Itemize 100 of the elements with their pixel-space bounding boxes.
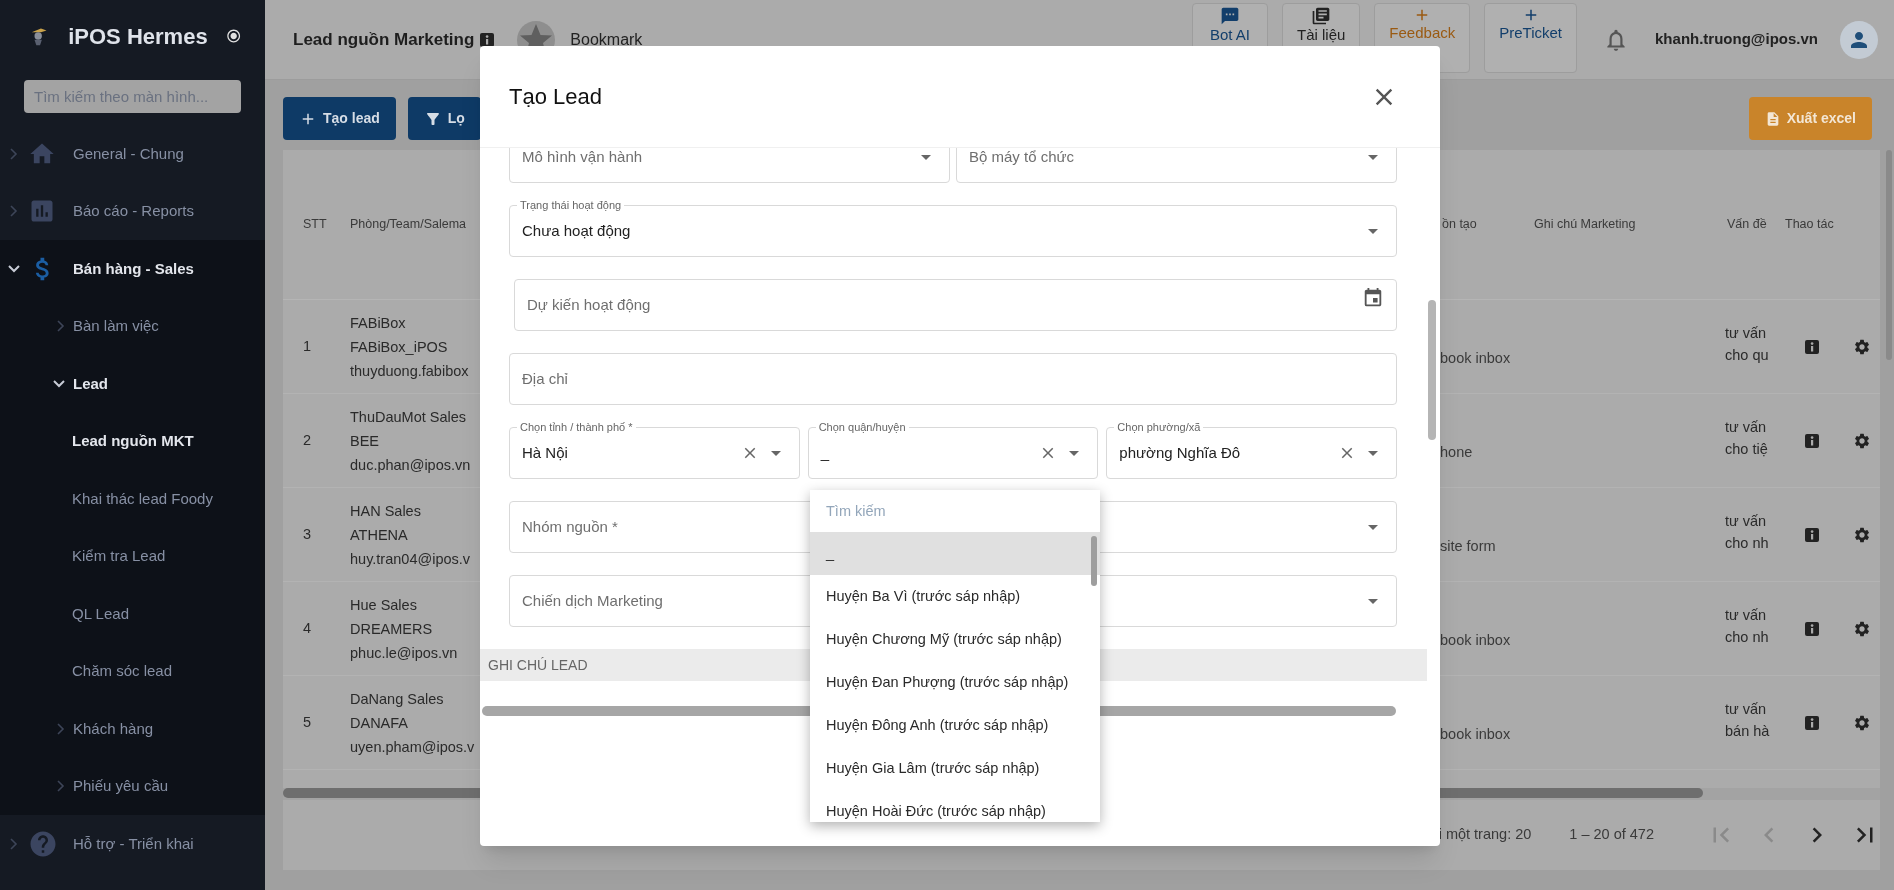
sidebar-label: Hỗ trợ - Triển khai	[73, 833, 194, 854]
chevron-down-icon	[8, 264, 20, 273]
table-cell-text: tư vấn	[1725, 323, 1768, 343]
dropdown-scrollbar[interactable]	[1091, 536, 1097, 586]
settings-icon[interactable]	[1853, 525, 1871, 544]
table-cell-text: duc.phan@ipos.vn	[350, 455, 471, 475]
user-email[interactable]: khanh.truong@ipos.vn	[1655, 28, 1818, 51]
table-cell-text: huy.tran04@ipos.v	[350, 549, 471, 569]
sidebar-item[interactable]: Phiếu yêu cầu	[0, 757, 265, 815]
column-header: Thao tác	[1785, 217, 1834, 232]
table-cell-text: bán hà	[1725, 721, 1771, 741]
sidebar-item[interactable]: Lead nguồn MKT	[0, 412, 265, 470]
table-cell-text: cho nh	[1725, 627, 1770, 647]
vertical-scrollbar[interactable]	[1428, 300, 1436, 440]
table-cell-text: phuc.le@ipos.vn	[350, 643, 458, 663]
calendar-icon[interactable]	[1362, 287, 1384, 309]
table-cell-text: HAN Sales	[350, 501, 421, 521]
info-icon[interactable]	[1805, 527, 1819, 542]
sidebar-label: Phiếu yêu cầu	[73, 776, 169, 796]
settings-icon[interactable]	[1853, 713, 1871, 732]
table-cell-text: tư vấn	[1725, 699, 1768, 719]
dropdown-option[interactable]: Huyện Hoài Đức (trước sáp nhập)	[810, 790, 1100, 822]
rows-per-page[interactable]: i một trang: 20	[1438, 824, 1532, 846]
field-label: Nhóm nguồn *	[522, 516, 618, 537]
field-label: Trạng thái hoạt động	[517, 198, 625, 212]
table-cell-text: DANAFA	[350, 713, 408, 733]
sidebar-label: Bàn làm việc	[73, 316, 159, 336]
dropdown-arrow-icon	[770, 450, 781, 456]
chevron-right-icon	[10, 147, 18, 160]
table-cell-text: FABiBox_iPOS	[350, 337, 448, 357]
select-field[interactable]: Bộ máy tổ chức	[956, 148, 1397, 183]
dialog-title: Tạo Lead	[509, 83, 603, 111]
chevron-right-icon	[10, 837, 18, 850]
sidebar-label: Khách hàng	[73, 718, 154, 739]
column-header: STT	[303, 217, 327, 232]
field-value: _	[820, 442, 829, 463]
dropdown-arrow-icon	[1368, 450, 1378, 456]
field-label: Chọn phường/xã	[1114, 420, 1204, 434]
sidebar-item[interactable]: Khách hàng	[0, 700, 265, 758]
chevron-right-icon	[57, 320, 65, 333]
sidebar-label: Báo cáo - Reports	[73, 201, 194, 221]
sidebar-item[interactable]: Lead	[0, 355, 265, 413]
chevron-down-icon	[53, 379, 65, 388]
table-cell-text: Hue Sales	[350, 595, 417, 615]
field-label: Dự kiến hoạt động	[527, 294, 651, 315]
settings-icon[interactable]	[1853, 431, 1871, 450]
sidebar-label: Kiểm tra Lead	[72, 546, 166, 566]
field-label: Chiến dịch Marketing	[522, 590, 663, 611]
info-icon[interactable]	[1805, 621, 1819, 636]
table-cell: 5	[303, 713, 312, 730]
info-icon[interactable]	[1805, 339, 1819, 354]
page-range: 1 – 20 of 472	[1569, 825, 1654, 845]
sidebar-item[interactable]: Chăm sóc lead	[0, 642, 265, 700]
table-cell: book inbox	[1440, 349, 1511, 366]
field-label: Mô hình vận hành	[522, 148, 643, 167]
select-field[interactable]: Mô hình vận hành	[509, 148, 950, 183]
search-field[interactable]: Tìm kiếm theo màn hình...	[24, 80, 241, 113]
table-cell-text: DREAMERS	[350, 619, 433, 639]
sidebar-item[interactable]: QL Lead	[0, 585, 265, 643]
sidebar-label: Lead nguồn MKT	[72, 431, 194, 451]
avatar[interactable]	[1840, 20, 1878, 59]
dropdown-option[interactable]: Huyện Ba Vì (trước sáp nhập)	[810, 575, 1100, 618]
table-cell-text: cho tiệ	[1725, 439, 1769, 459]
info-icon[interactable]	[1805, 433, 1819, 448]
header-action-button[interactable]: PreTicket	[1484, 3, 1578, 73]
radio-icon[interactable]	[225, 27, 241, 45]
dropdown-search-field[interactable]: Tìm kiếm	[810, 490, 1100, 532]
table-cell: 1	[303, 337, 312, 354]
field-value: Chưa hoạt động	[522, 220, 631, 241]
filter-button[interactable]: Lọ	[407, 97, 481, 140]
settings-icon[interactable]	[1853, 337, 1871, 356]
table-cell-text: tư vấn	[1725, 417, 1768, 437]
table-cell: book inbox	[1440, 725, 1511, 742]
dropdown-arrow-icon	[1069, 450, 1080, 456]
field-label: Địa chỉ	[522, 368, 568, 389]
chevron-right-icon	[10, 205, 18, 218]
table-cell-text: FABiBox	[350, 313, 406, 333]
create-lead-button[interactable]: Tạo lead	[283, 97, 396, 140]
dropdown-option[interactable]: Huyện Gia Lâm (trước sáp nhập)	[810, 747, 1100, 790]
info-icon[interactable]	[1805, 715, 1819, 730]
table-cell: hone	[1440, 443, 1473, 460]
sidebar-item[interactable]: Khai thác lead Foody	[0, 470, 265, 528]
field-label: Bộ máy tổ chức	[969, 148, 1075, 167]
column-header: Vấn đề	[1727, 217, 1767, 232]
sidebar-label: General - Chung	[73, 143, 184, 164]
column-header: Phòng/Team/Salema	[350, 217, 467, 232]
dropdown-arrow-icon	[1368, 524, 1378, 530]
table-cell-text: tư vấn	[1725, 605, 1768, 625]
field-value: Hà Nội	[522, 442, 568, 463]
sidebar-item[interactable]: Kiểm tra Lead	[0, 527, 265, 585]
sidebar-label: QL Lead	[72, 603, 129, 624]
chevron-right-icon	[57, 722, 65, 735]
settings-icon[interactable]	[1853, 619, 1871, 638]
dropdown-arrow-icon	[1368, 228, 1378, 234]
sidebar-label: Bán hàng - Sales	[73, 258, 194, 279]
table-cell-text: thuyduong.fabibox	[350, 361, 469, 381]
sidebar-item[interactable]: Bàn làm việc	[0, 297, 265, 355]
info-icon[interactable]	[480, 32, 495, 47]
dropdown-option[interactable]: _	[810, 532, 1100, 575]
dropdown-option[interactable]: Huyện Đông Anh (trước sáp nhập)	[810, 704, 1100, 747]
